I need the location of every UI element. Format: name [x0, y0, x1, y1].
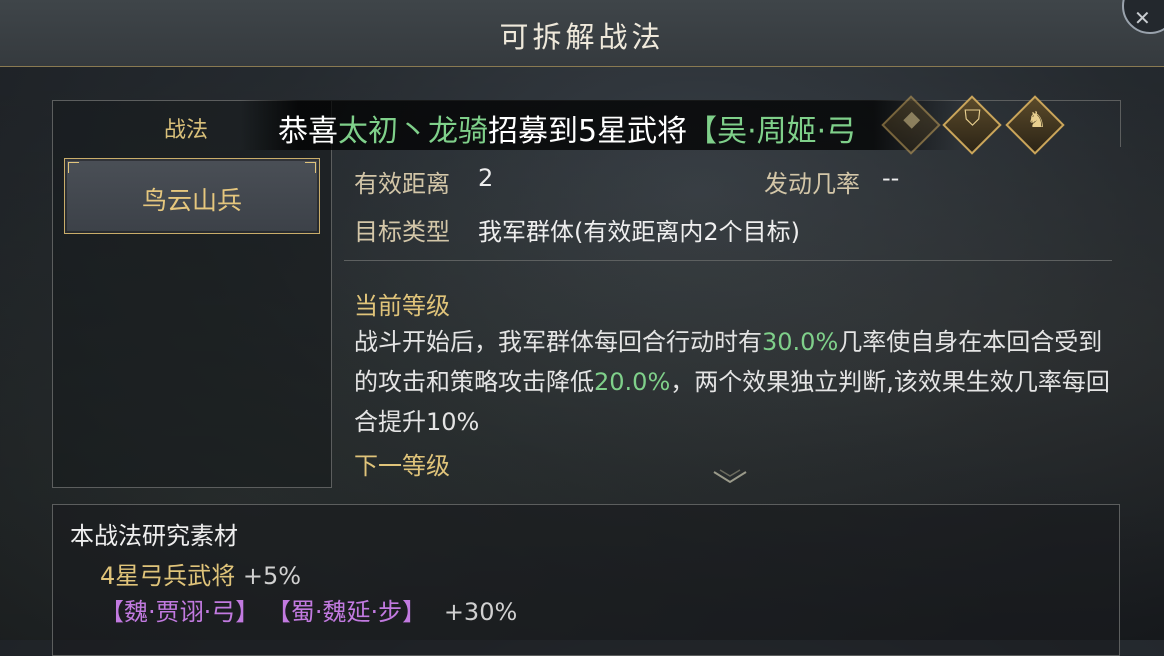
material-star-general: 4星弓兵武将 +5% — [100, 556, 301, 591]
current-level-heading: 当前等级 — [354, 292, 450, 320]
material-hero-weiyan[interactable]: 【蜀·魏延·步】 — [267, 598, 426, 626]
close-icon: ✕ — [1134, 6, 1151, 30]
target-label: 目标类型 — [354, 218, 450, 246]
header-bar: 可拆解战法 — [0, 0, 1164, 67]
material-name: 4星弓兵武将 — [100, 562, 236, 590]
material-bonus: +5% — [242, 562, 302, 590]
skill-list-item[interactable]: 鸟云山兵 — [64, 158, 320, 234]
material-hero-jiaxu[interactable]: 【魏·贾诩·弓】 — [100, 598, 259, 626]
next-level-heading: 下一等级 — [354, 452, 450, 480]
announcement-text: 恭喜太初丶龙骑招募到5星武将【吴·周姬·弓 — [278, 106, 856, 150]
announcement-prefix: 恭喜 — [278, 114, 338, 149]
material-heroes: 【魏·贾诩·弓】 【蜀·魏延·步】 +30% — [100, 592, 517, 627]
announcement-player: 太初丶龙骑 — [338, 114, 488, 149]
announcement-middle: 招募到5星武将 — [488, 114, 688, 149]
material-hero-bonus: +30% — [443, 598, 518, 626]
range-label: 有效距离 — [354, 170, 450, 198]
page-title: 可拆解战法 — [499, 20, 665, 54]
current-level-description: 战斗开始后，我军群体每回合行动时有30.0%几率使自身在本回合受到的攻击和策略攻… — [354, 328, 1110, 436]
rate-label: 发动几率 — [764, 170, 860, 198]
skill-name: 鸟云山兵 — [141, 186, 242, 215]
range-value: 2 — [478, 164, 494, 192]
skill-list-label: 战法 — [164, 118, 209, 143]
divider — [344, 260, 1112, 261]
announcement-general: 【吴·周姬·弓 — [687, 114, 857, 149]
materials-title: 本战法研究素材 — [70, 522, 238, 550]
chevron-down-icon[interactable] — [710, 468, 750, 488]
target-value: 我军群体(有效距离内2个目标) — [478, 218, 800, 246]
rate-value: -- — [882, 164, 900, 192]
